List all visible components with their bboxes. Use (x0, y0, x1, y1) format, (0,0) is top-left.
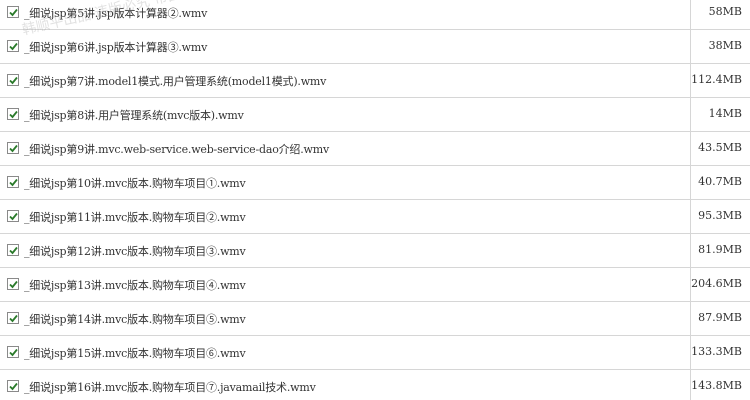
file-name: _细说jsp第16讲.mvc版本.购物车项目⑦.javamail技术.wmv (24, 381, 316, 394)
file-size: 133.3MB (691, 345, 742, 358)
file-row[interactable]: _细说jsp第6讲.jsp版本计算器③.wmv 38MB (0, 30, 750, 64)
file-size: 14MB (708, 107, 742, 120)
file-checkbox[interactable] (7, 244, 19, 256)
file-name: _细说jsp第12讲.mvc版本.购物车项目③.wmv (24, 245, 246, 258)
file-row[interactable]: _细说jsp第15讲.mvc版本.购物车项目⑥.wmv 133.3MB (0, 336, 750, 370)
file-name: _细说jsp第13讲.mvc版本.购物车项目④.wmv (24, 279, 246, 292)
file-checkbox[interactable] (7, 278, 19, 290)
file-name: _细说jsp第8讲.用户管理系统(mvc版本).wmv (24, 109, 244, 122)
file-row[interactable]: _细说jsp第12讲.mvc版本.购物车项目③.wmv 81.9MB (0, 234, 750, 268)
file-checkbox[interactable] (7, 176, 19, 188)
file-size: 87.9MB (698, 311, 742, 324)
file-name: _细说jsp第5讲.jsp版本计算器②.wmv (24, 7, 208, 20)
file-name: _细说jsp第7讲.model1模式.用户管理系统(model1模式).wmv (24, 75, 327, 88)
file-checkbox[interactable] (7, 380, 19, 392)
file-row[interactable]: _细说jsp第9讲.mvc.web-service.web-service-da… (0, 132, 750, 166)
file-name: _细说jsp第15讲.mvc版本.购物车项目⑥.wmv (24, 347, 246, 360)
checkmark-icon (9, 110, 18, 119)
checkmark-icon (9, 314, 18, 323)
file-size: 143.8MB (691, 379, 742, 392)
file-row[interactable]: _细说jsp第8讲.用户管理系统(mvc版本).wmv 14MB (0, 98, 750, 132)
file-name: _细说jsp第9讲.mvc.web-service.web-service-da… (24, 143, 329, 156)
file-size: 40.7MB (698, 175, 742, 188)
checkmark-icon (9, 348, 18, 357)
file-name: _细说jsp第6讲.jsp版本计算器③.wmv (24, 41, 208, 54)
file-size: 81.9MB (698, 243, 742, 256)
file-checkbox[interactable] (7, 6, 19, 18)
file-size: 38MB (708, 39, 742, 52)
file-size: 58MB (708, 5, 742, 18)
checkmark-icon (9, 76, 18, 85)
file-row[interactable]: _细说jsp第5讲.jsp版本计算器②.wmv 58MB (0, 0, 750, 30)
file-checkbox[interactable] (7, 40, 19, 52)
file-checkbox[interactable] (7, 210, 19, 222)
file-row[interactable]: _细说jsp第11讲.mvc版本.购物车项目②.wmv 95.3MB (0, 200, 750, 234)
file-checkbox[interactable] (7, 108, 19, 120)
file-row[interactable]: _细说jsp第13讲.mvc版本.购物车项目④.wmv 204.6MB (0, 268, 750, 302)
checkmark-icon (9, 246, 18, 255)
file-checkbox[interactable] (7, 346, 19, 358)
file-size: 112.4MB (691, 73, 742, 86)
file-checkbox[interactable] (7, 74, 19, 86)
file-row[interactable]: _细说jsp第10讲.mvc版本.购物车项目①.wmv 40.7MB (0, 166, 750, 200)
file-name: _细说jsp第10讲.mvc版本.购物车项目①.wmv (24, 177, 246, 190)
file-row[interactable]: _细说jsp第7讲.model1模式.用户管理系统(model1模式).wmv 1… (0, 64, 750, 98)
checkmark-icon (9, 42, 18, 51)
checkmark-icon (9, 144, 18, 153)
file-size: 95.3MB (698, 209, 742, 222)
checkmark-icon (9, 280, 18, 289)
file-checkbox[interactable] (7, 312, 19, 324)
file-checkbox[interactable] (7, 142, 19, 154)
checkmark-icon (9, 178, 18, 187)
file-size: 204.6MB (691, 277, 742, 290)
file-list: _细说jsp第5讲.jsp版本计算器②.wmv 58MB _细说jsp第6讲.jsp… (0, 0, 750, 400)
file-row[interactable]: _细说jsp第14讲.mvc版本.购物车项目⑤.wmv 87.9MB (0, 302, 750, 336)
checkmark-icon (9, 382, 18, 391)
file-name: _细说jsp第11讲.mvc版本.购物车项目②.wmv (24, 211, 246, 224)
checkmark-icon (9, 212, 18, 221)
file-row[interactable]: _细说jsp第16讲.mvc版本.购物车项目⑦.javamail技术.wmv 14… (0, 370, 750, 400)
file-name: _细说jsp第14讲.mvc版本.购物车项目⑤.wmv (24, 313, 246, 326)
file-size: 43.5MB (698, 141, 742, 154)
checkmark-icon (9, 8, 18, 17)
